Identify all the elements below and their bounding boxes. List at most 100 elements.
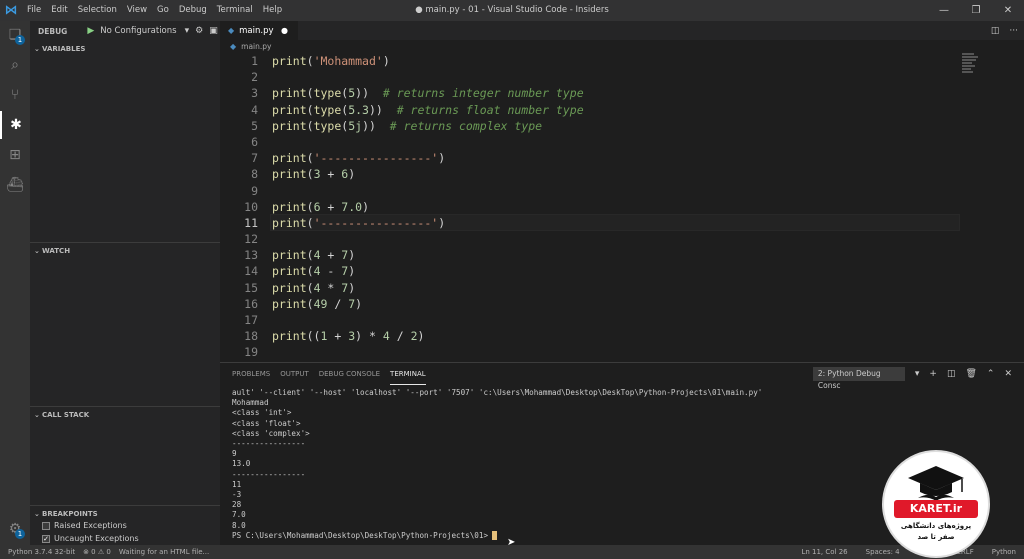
line-text[interactable]	[258, 69, 272, 85]
tab-terminal[interactable]: TERMINAL	[390, 363, 426, 385]
menu-item-file[interactable]: File	[22, 0, 46, 21]
tab-problems[interactable]: PROBLEMS	[232, 363, 270, 385]
line-text[interactable]	[258, 134, 272, 150]
tab-debug-console[interactable]: DEBUG CONSOLE	[319, 363, 380, 385]
code-line[interactable]: 6	[220, 134, 960, 150]
code-editor[interactable]: 1 print('Mohammad') 2 3 print(type(5)) # ret…	[220, 53, 960, 361]
breadcrumb-item[interactable]: main.py	[241, 42, 271, 51]
code-line[interactable]: 9	[220, 183, 960, 199]
line-text[interactable]: print('----------------')	[258, 215, 445, 231]
code-line[interactable]: 10 print(6 + 7.0)	[220, 199, 960, 215]
language-mode[interactable]: Python	[992, 548, 1016, 556]
line-number: 11	[244, 215, 258, 230]
menu-item-debug[interactable]: Debug	[174, 0, 212, 21]
line-text[interactable]: print((1 + 3) * 4 / 2)	[258, 328, 424, 344]
tab-output[interactable]: OUTPUT	[280, 363, 309, 385]
python-interpreter[interactable]: Python 3.7.4 32-bit	[8, 548, 75, 556]
line-text[interactable]: print(type(5j)) # returns complex type	[258, 118, 542, 134]
line-text[interactable]: print(type(5)) # returns integer number …	[258, 85, 584, 101]
code-line[interactable]: 2	[220, 69, 960, 85]
line-text[interactable]: print(3 + 6)	[258, 166, 355, 182]
code-line[interactable]: 19	[220, 344, 960, 360]
line-text[interactable]	[258, 344, 272, 360]
line-text[interactable]: print(type(5.3)) # returns float number …	[258, 102, 584, 118]
tab-main-py[interactable]: ◆ main.py ●	[220, 21, 298, 40]
debug-icon[interactable]: ✱	[0, 111, 30, 139]
gear-icon[interactable]: ⚙	[195, 26, 203, 36]
minimap[interactable]	[962, 53, 980, 83]
breakpoint-raised-exceptions[interactable]: Raised Exceptions	[42, 521, 127, 530]
watch-section[interactable]: ⌄ WATCH	[30, 242, 220, 258]
start-debugging-icon[interactable]: ▶	[87, 26, 94, 36]
split-terminal-icon[interactable]: ◫	[947, 369, 956, 379]
close-icon[interactable]: ✕	[1004, 369, 1012, 379]
code-line[interactable]: 1 print('Mohammad')	[220, 53, 960, 69]
editor-area: ◆ main.py ● ◫ ··· ◆ main.py 1 print('Moha…	[220, 21, 1024, 362]
debug-config-select[interactable]: No Configurations	[100, 26, 176, 36]
new-terminal-icon[interactable]: +	[929, 369, 937, 379]
terminal-output[interactable]: ault' '--client' '--host' 'localhost' '-…	[232, 388, 762, 541]
code-line[interactable]: 14 print(4 - 7)	[220, 263, 960, 279]
minimize-icon[interactable]: —	[928, 0, 960, 21]
line-text[interactable]: print(4 * 7)	[258, 280, 355, 296]
chevron-down-icon[interactable]: ▾	[185, 26, 190, 36]
docker-icon[interactable]: ⛴	[0, 171, 30, 199]
panel-actions: 2: Python Debug Consc ▾ + ◫ 🗑 ⌃ ✕	[812, 367, 1012, 390]
line-text[interactable]	[258, 231, 272, 247]
line-text[interactable]: print('Mohammad')	[258, 53, 390, 69]
menu-item-edit[interactable]: Edit	[46, 0, 72, 21]
line-text[interactable]: print(49 / 7)	[258, 296, 362, 312]
code-line[interactable]: 8 print(3 + 6)	[220, 166, 960, 182]
terminal-prompt[interactable]: PS C:\Users\Mohammad\Desktop\DeskTop\Pyt…	[232, 531, 762, 541]
line-text[interactable]: print(4 + 7)	[258, 247, 355, 263]
maximize-panel-icon[interactable]: ⌃	[987, 369, 995, 379]
terminal-select[interactable]: 2: Python Debug Consc	[812, 367, 905, 390]
trash-icon[interactable]: 🗑	[965, 369, 976, 379]
extensions-icon[interactable]: ⊞	[0, 141, 30, 169]
code-line[interactable]: 13 print(4 + 7)	[220, 247, 960, 263]
breadcrumb[interactable]: ◆ main.py	[220, 40, 1024, 53]
code-line[interactable]: 17	[220, 312, 960, 328]
problems-count[interactable]: ⊗ 0 ⚠ 0	[83, 548, 111, 556]
menu-item-terminal[interactable]: Terminal	[212, 0, 258, 21]
code-line[interactable]: 3 print(type(5)) # returns integer number…	[220, 85, 960, 101]
code-line[interactable]: 4 print(type(5.3)) # returns float number…	[220, 102, 960, 118]
close-icon[interactable]: ✕	[992, 0, 1024, 21]
code-line[interactable]: 7 print('----------------')	[220, 150, 960, 166]
code-line[interactable]: 18 print((1 + 3) * 4 / 2)	[220, 328, 960, 344]
explorer-icon[interactable]: ❏ 1	[0, 21, 30, 49]
code-line[interactable]: 16 print(49 / 7)	[220, 296, 960, 312]
line-number: 15	[244, 280, 258, 295]
split-editor-icon[interactable]: ◫	[991, 26, 1000, 36]
unsaved-dot-icon[interactable]: ●	[281, 26, 288, 35]
code-line[interactable]: 5 print(type(5j)) # returns complex type	[220, 118, 960, 134]
vscode-logo-icon: ⋈	[4, 3, 18, 18]
more-actions-icon[interactable]: ···	[1009, 26, 1018, 36]
line-text[interactable]	[258, 183, 272, 199]
breakpoint-uncaught-exceptions[interactable]: ✓ Uncaught Exceptions	[42, 534, 139, 543]
restore-icon[interactable]: ❐	[960, 0, 992, 21]
menu-item-help[interactable]: Help	[258, 0, 287, 21]
search-icon[interactable]: ⌕	[0, 51, 30, 79]
variables-section[interactable]: ⌄ VARIABLES	[30, 41, 220, 57]
code-line[interactable]: 15 print(4 * 7)	[220, 280, 960, 296]
checkbox[interactable]: ✓	[42, 534, 50, 543]
cursor-position[interactable]: Ln 11, Col 26	[801, 548, 847, 556]
terminal-icon[interactable]: ▣	[209, 26, 218, 36]
line-text[interactable]: print(4 - 7)	[258, 263, 355, 279]
code-line[interactable]: 12	[220, 231, 960, 247]
menu-item-view[interactable]: View	[122, 0, 152, 21]
line-text[interactable]: print('----------------')	[258, 150, 445, 166]
breakpoints-section[interactable]: ⌄ BREAKPOINTS	[30, 505, 220, 521]
chevron-down-icon[interactable]: ▾	[915, 369, 920, 379]
checkbox[interactable]	[42, 521, 50, 530]
menu-item-selection[interactable]: Selection	[73, 0, 122, 21]
menu-item-go[interactable]: Go	[152, 0, 174, 21]
gear-icon[interactable]: ⚙ 1	[0, 515, 30, 543]
line-text[interactable]	[258, 312, 272, 328]
line-number: 14	[244, 264, 258, 279]
source-control-icon[interactable]: ⑂	[0, 81, 30, 109]
code-line[interactable]: 11 print('----------------')	[220, 215, 960, 231]
line-text[interactable]: print(6 + 7.0)	[258, 199, 369, 215]
call-stack-section[interactable]: ⌄ CALL STACK	[30, 406, 220, 422]
